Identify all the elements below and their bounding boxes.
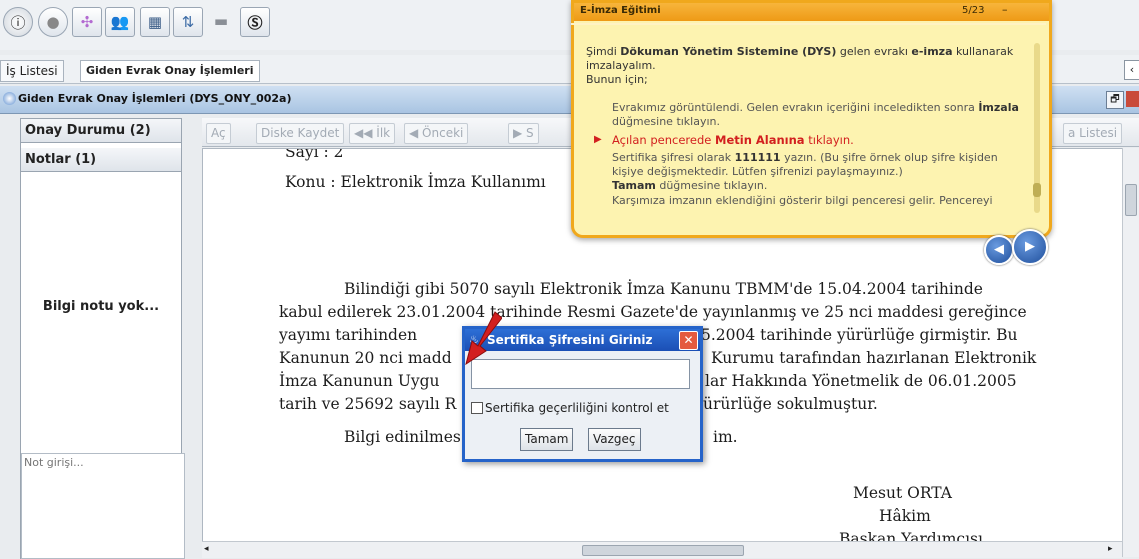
vertical-scroll-thumb[interactable] [1125, 184, 1137, 216]
next-icon: ▶ [513, 126, 527, 140]
liste-button[interactable]: a Listesi [1063, 123, 1123, 144]
vazgec-button[interactable]: Vazgeç [588, 428, 641, 451]
people-icon[interactable]: 👥 [105, 7, 135, 37]
prev-arrow-icon: ◀ [994, 242, 1004, 257]
tamam-button[interactable]: Tamam [520, 428, 574, 451]
ac-button[interactable]: Aç [206, 123, 231, 144]
validity-check-row[interactable]: Sertifika geçerliliğini kontrol et [471, 401, 669, 415]
dialog-title: Sertifika Şifresini Giriniz [487, 333, 653, 347]
tutorial-scrollbar[interactable] [1033, 43, 1041, 213]
doc-para-line3a: yayımı tarihinden [279, 326, 418, 344]
share-icon[interactable]: ⇅ [173, 7, 203, 37]
tutorial-step3b: kişiye değişmektedir. Lütfen şifrenizi p… [612, 165, 903, 178]
doc-para-line6a: tarih ve 25692 sayılı R [279, 395, 457, 413]
tutorial-step4: Tamam düğmesine tıklayın. [612, 179, 768, 192]
tutorial-scroll-thumb[interactable] [1033, 183, 1041, 197]
next-button[interactable]: ▶ S [508, 123, 539, 144]
tutorial-step5: Karşımıza imzanın eklendiğini gösterir b… [612, 194, 993, 207]
tutorial-step3: Sertifika şifresi olarak 111111 yazın. (… [612, 151, 998, 164]
current-step-marker-icon: ▶ [594, 134, 602, 145]
tutorial-prev-button[interactable]: ◀ [984, 235, 1014, 265]
pointer-arrow-icon [465, 311, 502, 366]
doc-para-line4b: Kurumu tarafından hazırlanan Elektronik [711, 349, 1037, 367]
doc-signature-title1: Hâkim [879, 507, 931, 525]
restore-button[interactable]: 🗗 [1106, 91, 1124, 109]
tutorial-counter: 5/23 [962, 5, 985, 16]
onay-durumu-header[interactable]: Onay Durumu (2) [21, 119, 181, 143]
previous-icon: ◀ [409, 126, 423, 140]
network-icon[interactable]: ✣ [72, 7, 102, 37]
first-icon: ◀◀ [354, 126, 377, 140]
tutorial-step2-current: Açılan pencerede Metin Alanına tıklayın. [612, 133, 854, 147]
doc-para2a: Bilgi edinilmes [344, 428, 461, 446]
window-title: Giden Evrak Onay İşlemleri (DYS_ONY_002a… [18, 92, 292, 105]
scroll-right-arrow-icon[interactable]: ▸ [1108, 544, 1118, 554]
tutorial-intro-line3: Bunun için; [586, 73, 648, 86]
doc-para-line1: Bilindiği gibi 5070 sayılı Elektronik İm… [344, 280, 983, 298]
horizontal-scrollbar[interactable]: ◂ ▸ [202, 541, 1122, 558]
validity-checkbox-label: Sertifika geçerliliğini kontrol et [485, 401, 669, 415]
tutorial-balloon: E-İmza Eğitimi 5/23 – Şimdi Dökuman Yöne… [571, 0, 1052, 238]
notlar-header[interactable]: Notlar (1) [21, 148, 181, 172]
validity-checkbox[interactable] [471, 402, 483, 414]
certificate-password-input[interactable] [471, 359, 690, 389]
record-icon[interactable]: ● [38, 7, 68, 37]
doc-para-line5a: İmza Kanunun Uygu [279, 372, 440, 390]
doc-para-line4a: Kanunun 20 nci madd [279, 349, 452, 367]
tab-scroll-left-button[interactable]: ‹ [1124, 60, 1139, 80]
grid-icon[interactable]: ▦ [140, 7, 170, 37]
onceki-button[interactable]: ◀ Önceki [404, 123, 469, 144]
ilk-button[interactable]: ◀◀ İlk [349, 123, 396, 144]
note-input[interactable] [21, 453, 185, 559]
tutorial-step1: Evrakımız görüntülendi. Gelen evrakın iç… [612, 101, 1019, 114]
vertical-scrollbar[interactable] [1122, 148, 1139, 557]
doc-konu: Konu : Elektronik İmza Kullanımı [285, 173, 546, 191]
left-panel: Onay Durumu (2) Notlar (1) Bilgi notu yo… [20, 118, 185, 559]
doc-para-line6b: ürürlüğe sokulmuştur. [703, 395, 878, 413]
diske-kaydet-button[interactable]: Diske Kaydet [256, 123, 345, 144]
tab-giden-evrak[interactable]: Giden Evrak Onay İşlemleri [80, 60, 260, 82]
doc-signature-name: Mesut ORTA [853, 484, 952, 502]
scroll-left-arrow-icon[interactable]: ◂ [204, 544, 214, 554]
tutorial-header: E-İmza Eğitimi 5/23 – [574, 3, 1049, 21]
tutorial-title: E-İmza Eğitimi [580, 5, 661, 16]
tutorial-intro-line2: imzalayalım. [586, 59, 656, 72]
doc-para-line5b: lar Hakkında Yönetmelik de 06.01.2005 [705, 372, 1017, 390]
horizontal-scroll-thumb[interactable] [582, 545, 744, 556]
doc-para-line3b: 5.2004 tarihinde yürürlüğe girmiştir. Bu [701, 326, 1018, 344]
dialog-close-button[interactable]: ✕ [679, 331, 698, 350]
window-icon [3, 92, 16, 105]
info-icon[interactable]: ⓘ [3, 7, 33, 37]
tutorial-step1b: düğmesine tıklayın. [612, 115, 721, 128]
tutorial-minimize-button[interactable]: – [1002, 3, 1008, 16]
doc-para2b: im. [713, 428, 738, 446]
close-window-button[interactable] [1126, 91, 1139, 107]
doc-sayi: Sayı : 2 [285, 148, 344, 161]
no-info-text: Bilgi notu yok... [42, 299, 160, 314]
document-s-icon[interactable]: Ⓢ [240, 7, 270, 37]
tutorial-intro-line1: Şimdi Dökuman Yönetim Sistemine (DYS) ge… [586, 45, 1014, 58]
doc-para-line2: kabul edilerek 23.01.2004 tarihinde Resm… [279, 303, 1027, 321]
chat-icon[interactable]: ▬ [207, 7, 235, 35]
tutorial-header-divider [571, 23, 1046, 25]
tab-is-listesi[interactable]: İş Listesi [0, 60, 64, 82]
next-arrow-icon: ▶ [1025, 239, 1035, 254]
tutorial-next-button[interactable]: ▶ [1012, 229, 1048, 265]
